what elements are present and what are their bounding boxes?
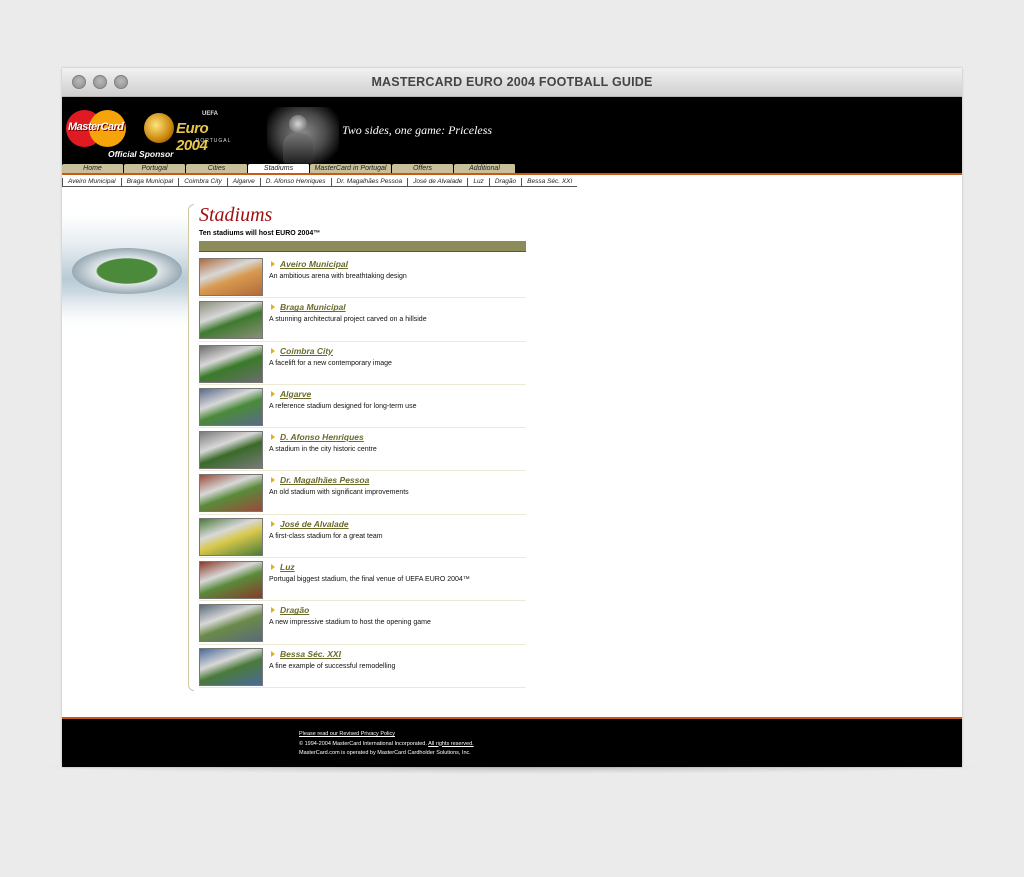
sub-nav-item[interactable]: D. Afonso Henriques bbox=[259, 178, 331, 187]
stadium-description: A new impressive stadium to host the ope… bbox=[269, 619, 431, 627]
copyright-text: © 1994-2004 MasterCard International Inc… bbox=[299, 740, 427, 747]
sub-nav-item[interactable]: Dr. Magalhães Pessoa bbox=[330, 178, 408, 187]
stadium-row: Braga Municipal A stunning architectural … bbox=[199, 298, 526, 342]
player-photo bbox=[267, 107, 339, 165]
stadium-name-link[interactable]: Dr. Magalhães Pessoa bbox=[280, 475, 369, 485]
title-bar: MASTERCARD EURO 2004 FOOTBALL GUIDE bbox=[62, 68, 962, 97]
stadium-name-link[interactable]: Luz bbox=[280, 562, 295, 572]
main-content: Stadiums Ten stadiums will host EURO 200… bbox=[199, 204, 526, 688]
stadium-hero-fade bbox=[62, 292, 188, 332]
arrow-right-icon bbox=[271, 650, 275, 657]
stadium-row: Dragão A new impressive stadium to host t… bbox=[199, 601, 526, 645]
stadium-row: Dr. Magalhães Pessoa An old stadium with … bbox=[199, 471, 526, 515]
sub-nav-item[interactable]: José de Alvalade bbox=[407, 178, 468, 187]
arrow-right-icon bbox=[271, 390, 275, 397]
stadium-thumbnail[interactable] bbox=[199, 344, 263, 383]
stadium-thumbnail[interactable] bbox=[199, 561, 263, 600]
stadium-name-link[interactable]: Aveiro Municipal bbox=[280, 259, 348, 269]
arrow-right-icon bbox=[271, 477, 275, 484]
stadium-hero-image bbox=[62, 214, 188, 332]
stadium-description: A stunning architectural project carved … bbox=[269, 316, 427, 324]
sub-nav-item[interactable]: Luz bbox=[467, 178, 489, 187]
stadium-row: Luz Portugal biggest stadium, the final v… bbox=[199, 558, 526, 602]
sub-nav-item[interactable]: Braga Municipal bbox=[120, 178, 179, 187]
page-title: Stadiums bbox=[199, 204, 273, 226]
stadium-thumbnail[interactable] bbox=[199, 604, 263, 643]
stadium-thumbnail[interactable] bbox=[199, 387, 263, 426]
stadium-description: An old stadium with significant improvem… bbox=[269, 489, 409, 497]
stadium-description: Portugal biggest stadium, the final venu… bbox=[269, 576, 470, 584]
footer-text: Please read our Revised Privacy Policy ©… bbox=[299, 730, 474, 759]
stadium-row: Bessa Séc. XXI A fine example of successf… bbox=[199, 645, 526, 688]
stadium-name-link[interactable]: José de Alvalade bbox=[280, 519, 349, 529]
euro-country-label: PORTUGAL bbox=[196, 138, 232, 144]
site-header: MasterCard Official Sponsor UEFA Euro 20… bbox=[62, 97, 962, 173]
stadium-description: An ambitious arena with breathtaking des… bbox=[269, 273, 407, 280]
stadium-thumbnail[interactable] bbox=[199, 258, 263, 296]
stadium-row: Coimbra City A facelift for a new contemp… bbox=[199, 342, 526, 385]
stadium-thumbnail[interactable] bbox=[199, 517, 263, 556]
stadium-sub-nav: Aveiro Municipal Braga Municipal Coimbra C… bbox=[62, 178, 578, 188]
stadium-description: A fine example of successful remodelling bbox=[269, 662, 396, 670]
arrow-right-icon bbox=[271, 564, 275, 571]
sub-nav-item[interactable]: Coimbra City bbox=[178, 178, 227, 187]
stadium-hero-ring bbox=[72, 248, 182, 294]
stadium-description: A facelift for a new contemporary image bbox=[269, 359, 392, 367]
sub-nav-item[interactable]: Dragão bbox=[488, 178, 522, 187]
section-bar bbox=[199, 241, 526, 252]
stadium-description: A first-class stadium for a great team bbox=[269, 532, 383, 540]
mastercard-logo-text: MasterCard bbox=[68, 121, 124, 133]
sub-nav-item[interactable]: Bessa Séc. XXI bbox=[521, 178, 578, 187]
stadium-thumbnail[interactable] bbox=[199, 301, 263, 340]
stadium-thumbnail[interactable] bbox=[199, 431, 263, 470]
stadium-row: D. Afonso Henriques A stadium in the city… bbox=[199, 428, 526, 472]
arrow-right-icon bbox=[271, 520, 275, 527]
arrow-right-icon bbox=[271, 607, 275, 614]
stadium-name-link[interactable]: D. Afonso Henriques bbox=[280, 432, 364, 442]
arrow-right-icon bbox=[271, 304, 275, 311]
stadium-row: Aveiro Municipal An ambitious arena with … bbox=[199, 255, 526, 299]
euro-uefa-label: UEFA bbox=[202, 111, 219, 117]
privacy-policy-link[interactable]: Please read our Revised Privacy Policy bbox=[299, 731, 395, 737]
all-rights-link[interactable]: All rights reserved. bbox=[428, 741, 474, 747]
stadium-name-link[interactable]: Bessa Séc. XXI bbox=[280, 649, 341, 659]
sub-nav-item[interactable]: Algarve bbox=[226, 178, 260, 187]
euro-logo-text: Euro 2004 bbox=[176, 120, 209, 154]
arrow-right-icon bbox=[271, 347, 275, 354]
stadium-thumbnail[interactable] bbox=[199, 474, 263, 513]
stadium-thumbnail[interactable] bbox=[199, 647, 263, 686]
stadium-description: A reference stadium designed for long-te… bbox=[269, 402, 417, 410]
official-sponsor-label: Official Sponsor bbox=[108, 149, 174, 159]
tagline: Two sides, one game: Priceless bbox=[342, 123, 493, 137]
euro-ball-icon bbox=[144, 113, 174, 143]
stadium-name-link[interactable]: Dragão bbox=[280, 605, 309, 615]
stadium-name-link[interactable]: Braga Municipal bbox=[280, 302, 346, 312]
browser-window: MASTERCARD EURO 2004 FOOTBALL GUIDE Mast… bbox=[62, 68, 962, 767]
stadium-name-link[interactable]: Algarve bbox=[280, 389, 311, 399]
stadium-name-link[interactable]: Coimbra City bbox=[280, 346, 333, 356]
operated-by-text: MasterCard.com is operated by MasterCard… bbox=[299, 750, 471, 756]
site-footer: Please read our Revised Privacy Policy ©… bbox=[62, 719, 962, 767]
stadium-list: Aveiro Municipal An ambitious arena with … bbox=[199, 255, 526, 688]
sub-nav-item[interactable]: Aveiro Municipal bbox=[62, 178, 121, 187]
page-subtitle: Ten stadiums will host EURO 2004™ bbox=[199, 230, 321, 237]
stadium-description: A stadium in the city historic centre bbox=[269, 446, 377, 454]
content-divider bbox=[188, 204, 194, 691]
mastercard-logo[interactable]: MasterCard bbox=[66, 110, 126, 147]
stadium-row: Algarve A reference stadium designed for … bbox=[199, 385, 526, 429]
nav-divider bbox=[62, 173, 962, 175]
arrow-right-icon bbox=[271, 261, 275, 267]
stadium-row: José de Alvalade A first-class stadium fo… bbox=[199, 515, 526, 559]
euro-2004-logo: UEFA Euro 2004 PORTUGAL bbox=[142, 111, 242, 154]
window-title: MASTERCARD EURO 2004 FOOTBALL GUIDE bbox=[371, 75, 653, 89]
arrow-right-icon bbox=[271, 434, 275, 441]
